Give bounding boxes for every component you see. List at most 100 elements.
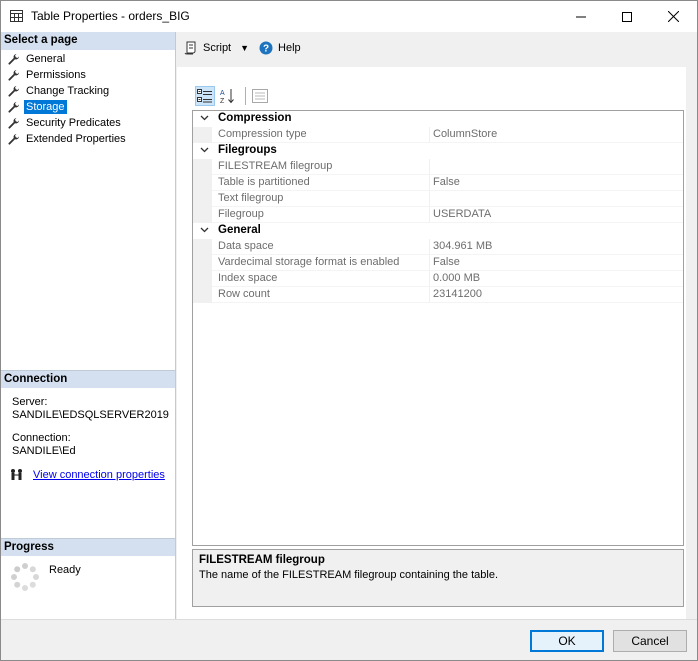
- select-page-header: Select a page: [1, 32, 175, 50]
- property-name: Row count: [218, 288, 270, 300]
- view-connection-row: View connection properties: [10, 468, 165, 481]
- property-row[interactable]: Compression type ColumnStore: [193, 127, 683, 143]
- minimize-icon: [576, 16, 586, 17]
- property-value: 0.000 MB: [433, 272, 481, 284]
- property-row[interactable]: Filegroup USERDATA: [193, 207, 683, 223]
- page-item-extended-properties[interactable]: Extended Properties: [7, 131, 128, 147]
- table-properties-dialog: Table Properties - orders_BIG Select a p…: [0, 0, 698, 661]
- row-gutter: [193, 255, 212, 271]
- property-row[interactable]: Row count 23141200: [193, 287, 683, 303]
- chevron-down-icon[interactable]: [200, 111, 209, 128]
- property-name: Data space: [218, 240, 274, 252]
- property-row[interactable]: Index space 0.000 MB: [193, 271, 683, 287]
- chevron-down-icon[interactable]: [200, 143, 209, 160]
- minimize-button[interactable]: [558, 1, 604, 32]
- column-divider: [429, 239, 430, 255]
- right-pane: Script ▼ ? Help A Z Compression Compress…: [177, 32, 697, 619]
- svg-text:A: A: [220, 90, 225, 97]
- sort-az-icon: A Z: [220, 89, 234, 104]
- category-general[interactable]: General: [193, 223, 683, 239]
- column-divider: [429, 159, 430, 175]
- column-divider: [429, 287, 430, 303]
- svg-text:Z: Z: [220, 98, 225, 104]
- close-button[interactable]: [650, 1, 696, 32]
- property-value: 23141200: [433, 288, 482, 300]
- server-label: Server:: [12, 396, 48, 408]
- alphabetical-sort-button[interactable]: A Z: [218, 86, 238, 106]
- wrench-icon: [8, 85, 19, 97]
- close-icon: [667, 11, 679, 22]
- categorized-icon: [197, 89, 212, 103]
- property-name: Index space: [218, 272, 278, 284]
- property-row[interactable]: Data space 304.961 MB: [193, 239, 683, 255]
- connection-value: SANDILE\Ed: [12, 445, 76, 457]
- column-divider: [429, 191, 430, 207]
- category-label: Compression: [218, 112, 292, 124]
- property-pages-icon: [252, 89, 268, 103]
- ok-button[interactable]: OK: [530, 630, 604, 652]
- progress-header: Progress: [1, 538, 175, 556]
- row-divider: [212, 302, 683, 303]
- toolbar: Script ▼ ? Help: [177, 32, 697, 64]
- description-text: The name of the FILESTREAM filegroup con…: [199, 569, 498, 581]
- property-row[interactable]: Vardecimal storage format is enabled Fal…: [193, 255, 683, 271]
- page-item-permissions[interactable]: Permissions: [7, 67, 88, 83]
- property-row[interactable]: Text filegroup: [193, 191, 683, 207]
- property-value: ColumnStore: [433, 128, 498, 140]
- server-value: SANDILE\EDSQLSERVER2019: [12, 409, 169, 421]
- category-filegroups[interactable]: Filegroups: [193, 143, 683, 159]
- property-name: Vardecimal storage format is enabled: [218, 256, 400, 268]
- page-item-label: Storage: [24, 100, 67, 114]
- help-label: Help: [278, 42, 301, 54]
- view-connection-properties-link[interactable]: View connection properties: [33, 469, 165, 481]
- page-item-general[interactable]: General: [7, 51, 67, 67]
- category-label: Filegroups: [218, 144, 277, 156]
- column-divider: [429, 255, 430, 271]
- progress-spinner-icon: [10, 562, 40, 592]
- property-name: Table is partitioned: [218, 176, 310, 188]
- row-gutter: [193, 127, 212, 143]
- connection-header: Connection: [1, 370, 175, 388]
- property-name: Text filegroup: [218, 192, 284, 204]
- column-divider: [429, 175, 430, 191]
- row-gutter: [193, 207, 212, 223]
- wrench-icon: [8, 101, 19, 113]
- chevron-down-icon[interactable]: [200, 223, 209, 240]
- wrench-icon: [8, 53, 19, 65]
- wrench-icon: [8, 133, 19, 145]
- page-item-storage[interactable]: Storage: [7, 99, 67, 115]
- column-divider: [429, 271, 430, 287]
- property-row[interactable]: Table is partitioned False: [193, 175, 683, 191]
- property-name: Compression type: [218, 128, 307, 140]
- categorized-view-button[interactable]: [195, 86, 215, 106]
- page-item-change-tracking[interactable]: Change Tracking: [7, 83, 111, 99]
- column-divider: [429, 207, 430, 223]
- property-pages-button[interactable]: [250, 86, 270, 106]
- script-label: Script: [203, 42, 232, 54]
- left-pane: Select a page General Permissions Change…: [1, 32, 176, 619]
- property-name: FILESTREAM filegroup: [218, 160, 333, 172]
- dialog-button-bar: OK Cancel: [1, 619, 697, 660]
- page-item-label: General: [26, 53, 66, 65]
- script-button[interactable]: Script ▼: [184, 41, 249, 55]
- script-dropdown-arrow-icon[interactable]: ▼: [240, 43, 249, 53]
- category-compression[interactable]: Compression: [193, 111, 683, 127]
- page-item-label: Security Predicates: [26, 117, 121, 129]
- page-item-label: Extended Properties: [26, 133, 126, 145]
- property-value: False: [433, 176, 460, 188]
- description-title: FILESTREAM filegroup: [199, 554, 325, 566]
- wrench-icon: [8, 117, 19, 129]
- maximize-icon: [622, 11, 632, 22]
- page-item-security-predicates[interactable]: Security Predicates: [7, 115, 123, 131]
- cancel-button[interactable]: Cancel: [613, 630, 687, 652]
- svg-text:?: ?: [263, 44, 269, 55]
- row-gutter: [193, 191, 212, 207]
- help-button[interactable]: ? Help: [259, 41, 301, 55]
- page-item-label: Permissions: [26, 69, 86, 81]
- property-row[interactable]: FILESTREAM filegroup: [193, 159, 683, 175]
- toolbar-separator: [245, 87, 246, 105]
- window-title: Table Properties - orders_BIG: [31, 9, 190, 23]
- row-gutter: [193, 271, 212, 287]
- maximize-button[interactable]: [604, 1, 650, 32]
- row-gutter: [193, 239, 212, 255]
